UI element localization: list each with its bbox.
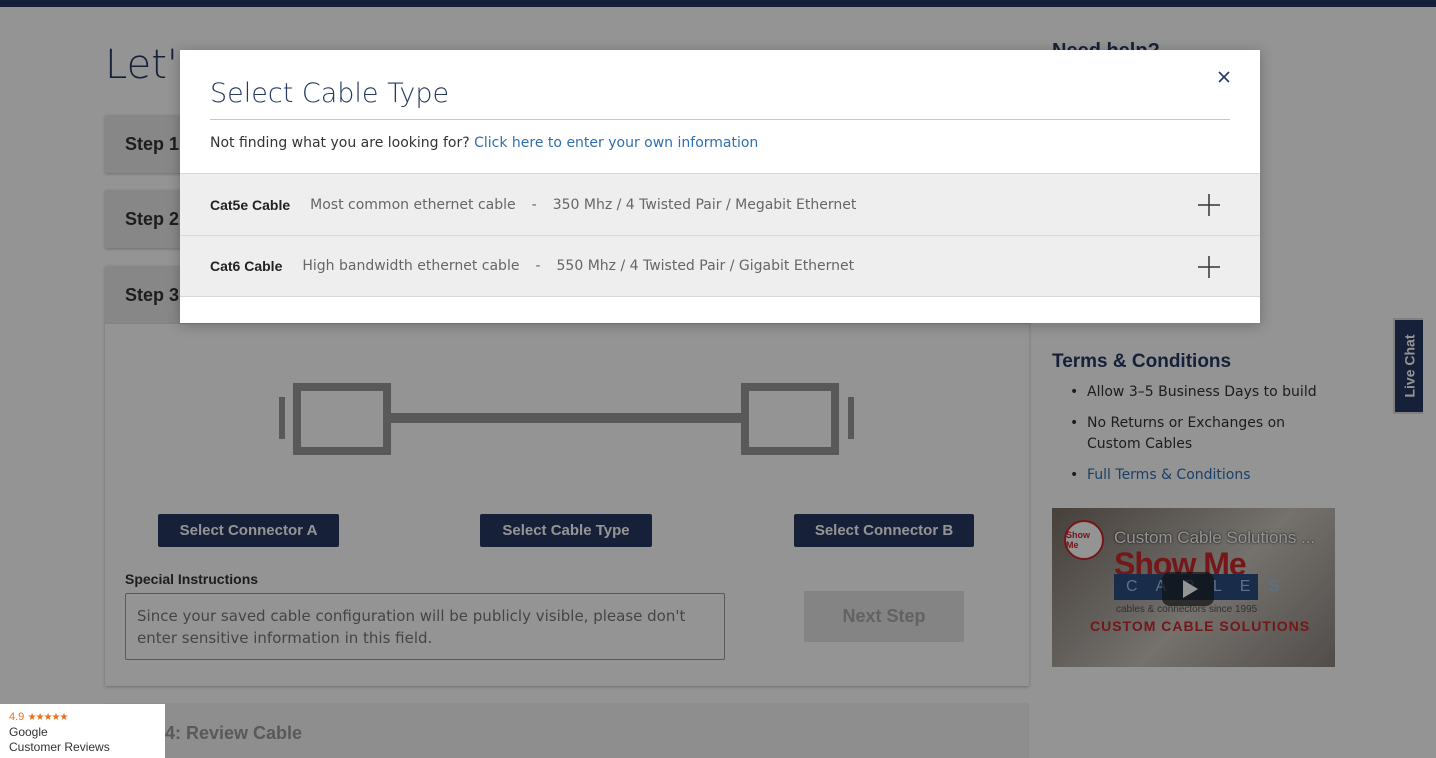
cable-option-sep: - bbox=[531, 196, 537, 213]
google-label: Google bbox=[9, 725, 48, 739]
enter-own-info-link[interactable]: Click here to enter your own information bbox=[474, 135, 758, 151]
close-icon[interactable] bbox=[1214, 67, 1234, 87]
modal-subtitle-text: Not finding what you are looking for? bbox=[210, 135, 470, 151]
modal-title: Select Cable Type bbox=[210, 78, 450, 109]
cable-option-name: Cat5e Cable bbox=[210, 196, 291, 213]
customer-reviews-label: Customer Reviews bbox=[9, 740, 110, 754]
google-reviews-badge[interactable]: 4.9 ★★★★★ Google Customer Reviews bbox=[0, 704, 165, 758]
cable-option-row[interactable]: Cat5e Cable Most common ethernet cable -… bbox=[180, 173, 1260, 235]
plus-icon[interactable] bbox=[1198, 194, 1220, 216]
cable-option-sep: - bbox=[535, 258, 541, 274]
cable-option-spec: 550 Mhz / 4 Twisted Pair / Gigabit Ether… bbox=[556, 258, 855, 274]
modal-divider bbox=[210, 119, 1230, 120]
google-rating: 4.9 bbox=[9, 711, 25, 723]
cable-option-spec: 350 Mhz / 4 Twisted Pair / Megabit Ether… bbox=[552, 196, 857, 213]
star-rating-icon: ★★★★★ bbox=[27, 712, 69, 723]
cable-option-desc: Most common ethernet cable bbox=[310, 196, 516, 213]
modal-subtitle: Not finding what you are looking for? Cl… bbox=[210, 135, 758, 151]
select-cable-type-modal: Select Cable Type Not finding what you a… bbox=[180, 50, 1260, 323]
cable-option-desc: High bandwidth ethernet cable bbox=[302, 258, 520, 274]
cable-option-name: Cat6 Cable bbox=[210, 258, 283, 274]
plus-icon[interactable] bbox=[1198, 256, 1220, 278]
cable-option-row[interactable]: Cat6 Cable High bandwidth ethernet cable… bbox=[180, 235, 1260, 297]
